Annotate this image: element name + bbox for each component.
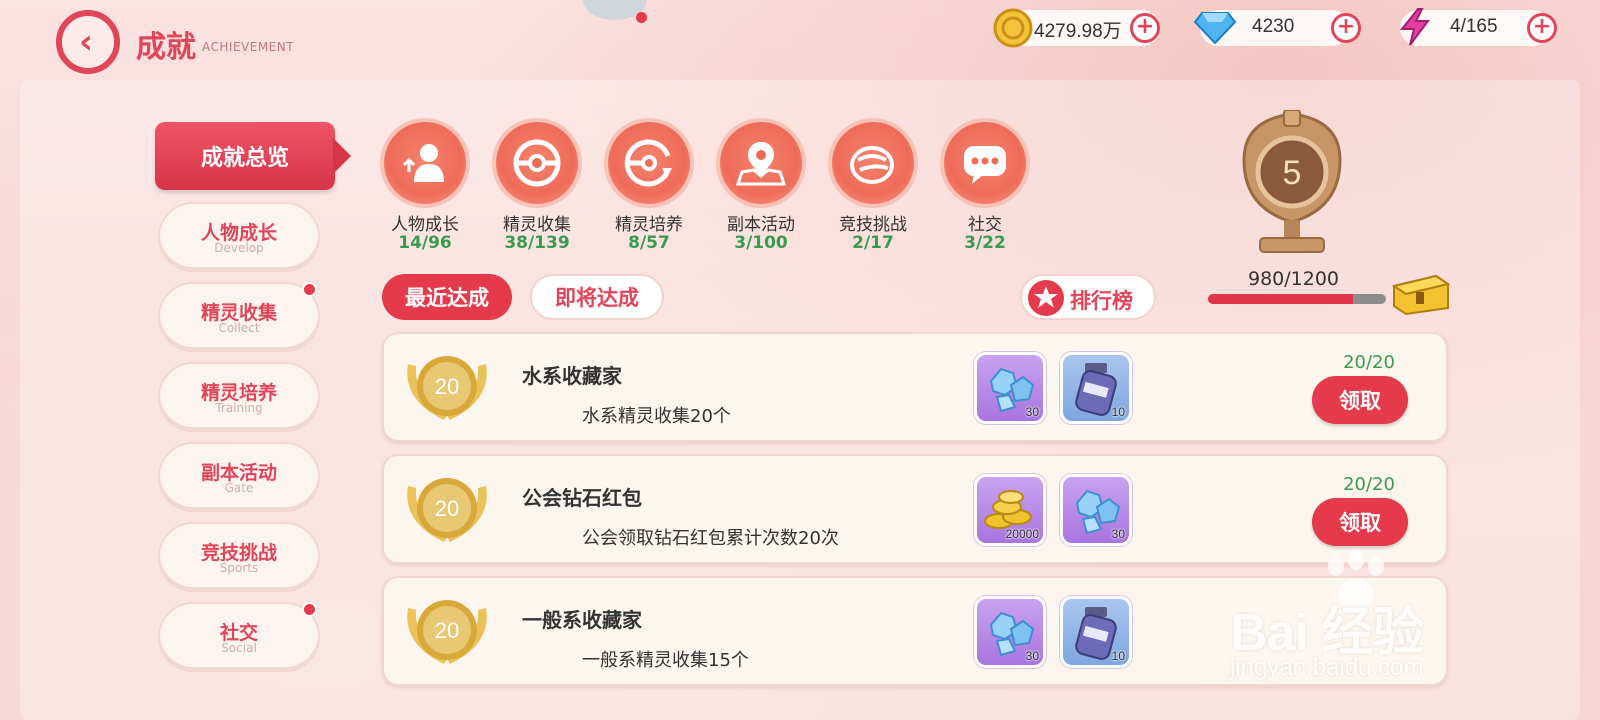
achievement-desc: 一般系精灵收集15个 bbox=[582, 650, 749, 671]
notification-dot bbox=[636, 12, 647, 23]
diamond-icon bbox=[1194, 6, 1236, 48]
category-count: 8/57 bbox=[628, 233, 670, 253]
category-count: 3/100 bbox=[734, 233, 788, 253]
treasure-chest-icon[interactable] bbox=[1390, 268, 1452, 316]
achievement-title: 公会钻石红包 bbox=[522, 486, 642, 510]
trophy-progress-text: 980/1200 bbox=[1248, 268, 1340, 290]
sidebar-item-sublabel: Sports bbox=[219, 561, 259, 575]
category-label: 精灵收集 bbox=[503, 215, 571, 235]
reward-potion[interactable]: 10 bbox=[1060, 352, 1132, 424]
category-count: 14/96 bbox=[398, 233, 452, 253]
category-collect[interactable]: 精灵收集 38/139 bbox=[480, 122, 590, 256]
sidebar-item-sublabel: Gate bbox=[224, 481, 254, 495]
back-button[interactable]: ‹ bbox=[56, 10, 120, 74]
sidebar-item-sublabel: Develop bbox=[214, 241, 264, 255]
achievement-title: 一般系收藏家 bbox=[522, 608, 642, 632]
sidebar-item-overview[interactable]: 成就总览 bbox=[155, 122, 335, 190]
achievement-progress: 20/20 bbox=[1343, 352, 1395, 373]
reward-qty: 30 bbox=[1111, 527, 1125, 541]
category-count: 38/139 bbox=[504, 233, 570, 253]
claim-button[interactable]: 领取 bbox=[1312, 376, 1408, 424]
category-label: 竞技挑战 bbox=[839, 215, 907, 235]
category-count: 3/22 bbox=[964, 233, 1006, 253]
tab-recent[interactable]: 最近达成 bbox=[382, 274, 512, 320]
reward-crystal[interactable]: 30 bbox=[1060, 474, 1132, 546]
chevron-left-icon: ‹ bbox=[78, 22, 93, 62]
pokeball-train-icon bbox=[608, 122, 690, 204]
claim-button[interactable]: 领取 bbox=[1312, 498, 1408, 546]
category-social[interactable]: 社交 3/22 bbox=[928, 122, 1038, 256]
page-subtitle: ACHIEVEMENT bbox=[202, 40, 295, 54]
map-pin-icon bbox=[720, 122, 802, 204]
reward-crystal[interactable]: 30 bbox=[974, 596, 1046, 668]
collect-notification-dot bbox=[302, 282, 317, 297]
page-title: 成就 bbox=[136, 30, 196, 65]
sidebar-item-sports[interactable]: 竞技挑战 Sports bbox=[158, 522, 320, 592]
reward-qty: 30 bbox=[1025, 649, 1039, 663]
sidebar-item-sublabel: Training bbox=[215, 401, 263, 415]
lightning-icon bbox=[1394, 6, 1436, 48]
diamond-value: 4230 bbox=[1252, 16, 1295, 37]
gold-coin-icon bbox=[992, 7, 1034, 49]
achievement-desc: 公会领取钻石红包累计次数20次 bbox=[582, 528, 839, 549]
sidebar-item-social[interactable]: 社交 Social bbox=[158, 602, 320, 672]
leaderboard-button[interactable]: 排行榜 bbox=[1020, 274, 1156, 320]
sidebar-item-develop[interactable]: 人物成长 Develop bbox=[158, 202, 320, 272]
medal-value: 20 bbox=[435, 618, 459, 643]
add-diamond-button[interactable]: + bbox=[1331, 13, 1361, 43]
achievement-progress: 20/20 bbox=[1343, 474, 1395, 495]
energy-value: 4/165 bbox=[1450, 16, 1498, 37]
sports-icon bbox=[832, 122, 914, 204]
reward-qty: 10 bbox=[1111, 405, 1125, 419]
leaderboard-label: 排行榜 bbox=[1070, 289, 1133, 313]
laurel-medal-icon: 20 bbox=[398, 588, 496, 678]
category-develop[interactable]: 人物成长 14/96 bbox=[368, 122, 478, 256]
sidebar-item-gate[interactable]: 副本活动 Gate bbox=[158, 442, 320, 512]
trophy-level: 5 bbox=[1283, 154, 1302, 192]
tab-upcoming[interactable]: 即将达成 bbox=[530, 274, 664, 320]
category-label: 副本活动 bbox=[727, 215, 795, 235]
medal-value: 20 bbox=[435, 374, 459, 399]
sidebar-item-sublabel: Social bbox=[221, 641, 257, 655]
watermark-sub: jingyan.baidu.com bbox=[1230, 654, 1424, 681]
pokeball-icon bbox=[496, 122, 578, 204]
reward-gold-coins[interactable]: 20000 bbox=[974, 474, 1046, 546]
reward-potion[interactable]: 10 bbox=[1060, 596, 1132, 668]
category-gate[interactable]: 副本活动 3/100 bbox=[704, 122, 814, 256]
category-label: 精灵培养 bbox=[615, 215, 683, 235]
sidebar-active-arrow bbox=[333, 138, 351, 174]
trophy-icon: 5 bbox=[1232, 109, 1352, 270]
achievement-title: 水系收藏家 bbox=[522, 364, 622, 388]
trophy-progress-fill bbox=[1208, 294, 1354, 304]
sidebar-item-collect[interactable]: 精灵收集 Collect bbox=[158, 282, 320, 352]
social-notification-dot bbox=[302, 602, 317, 617]
achievement-row: 20 水系收藏家 水系精灵收集20个 30 10 20/20 领取 bbox=[382, 332, 1448, 442]
reward-qty: 10 bbox=[1111, 649, 1125, 663]
category-label: 社交 bbox=[968, 215, 1002, 235]
reward-qty: 30 bbox=[1025, 405, 1039, 419]
category-training[interactable]: 精灵培养 8/57 bbox=[592, 122, 702, 256]
baidu-watermark: Bai 经验 jingyan.baidu.com bbox=[1230, 548, 1530, 688]
laurel-medal-icon: 20 bbox=[398, 344, 496, 434]
sidebar-item-training[interactable]: 精灵培养 Training bbox=[158, 362, 320, 432]
reward-qty: 20000 bbox=[1005, 527, 1039, 541]
gold-value: 4279.98万 bbox=[1034, 21, 1122, 42]
category-label: 人物成长 bbox=[391, 215, 459, 235]
category-sports[interactable]: 竞技挑战 2/17 bbox=[816, 122, 926, 256]
leaderboard-icon bbox=[1028, 280, 1064, 316]
person-growth-icon bbox=[384, 122, 466, 204]
reward-crystal[interactable]: 30 bbox=[974, 352, 1046, 424]
sidebar-item-sublabel: Collect bbox=[218, 321, 260, 335]
add-gold-button[interactable]: + bbox=[1130, 13, 1160, 43]
chat-bubble-icon bbox=[944, 122, 1026, 204]
medal-value: 20 bbox=[435, 496, 459, 521]
achievement-desc: 水系精灵收集20个 bbox=[582, 406, 731, 427]
add-energy-button[interactable]: + bbox=[1527, 13, 1557, 43]
laurel-medal-icon: 20 bbox=[398, 466, 496, 556]
category-count: 2/17 bbox=[852, 233, 894, 253]
trophy-progress-bar bbox=[1208, 294, 1386, 304]
